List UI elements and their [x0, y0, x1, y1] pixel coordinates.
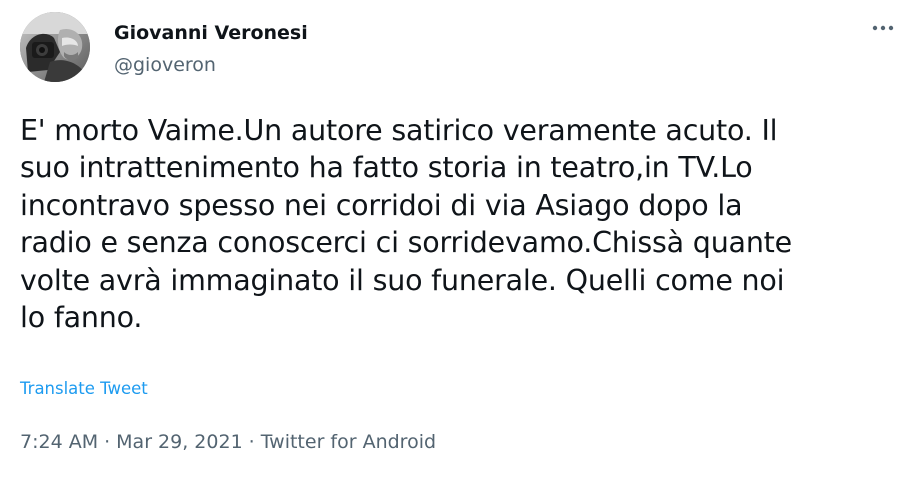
tweet-date[interactable]: Mar 29, 2021 [116, 430, 243, 454]
avatar[interactable] [20, 12, 90, 82]
meta-separator: · [104, 431, 111, 453]
user-avatar-photo-icon [20, 12, 90, 82]
meta-separator: · [248, 431, 255, 453]
tweet-card: Giovanni Veronesi @gioveron E' morto Vai… [0, 0, 916, 478]
translate-tweet-link[interactable]: Translate Tweet [20, 378, 148, 400]
more-horizontal-icon [872, 25, 894, 31]
author-names: Giovanni Veronesi @gioveron [114, 21, 308, 77]
tweet-meta: 7:24 AM · Mar 29, 2021 · Twitter for Android [20, 430, 436, 454]
more-options-button[interactable] [870, 18, 896, 38]
author-display-name[interactable]: Giovanni Veronesi [114, 21, 308, 45]
author-handle[interactable]: @gioveron [114, 53, 308, 77]
tweet-time[interactable]: 7:24 AM [20, 430, 98, 454]
tweet-source[interactable]: Twitter for Android [261, 430, 436, 454]
tweet-header: Giovanni Veronesi @gioveron [20, 12, 900, 82]
tweet-text: E' morto Vaime.Un autore satirico verame… [20, 114, 792, 335]
